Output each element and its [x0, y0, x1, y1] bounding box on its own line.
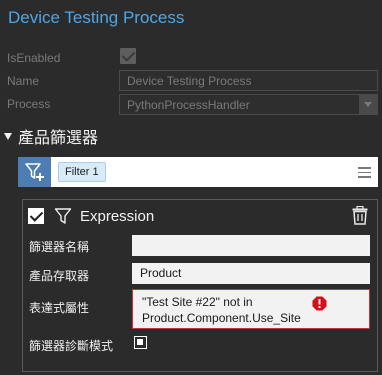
section-title: 產品篩選器 [18, 130, 99, 147]
filter-chip[interactable]: Filter 1 [58, 162, 106, 182]
expand-triangle-icon[interactable] [4, 132, 12, 140]
isenabled-label: IsEnabled [7, 51, 61, 65]
add-filter-button[interactable] [18, 157, 51, 187]
product-accessor-field[interactable]: Product [132, 263, 370, 284]
isenabled-checkbox[interactable] [120, 48, 136, 64]
error-icon [312, 296, 327, 311]
trash-icon[interactable] [352, 206, 368, 225]
filter-icon [54, 208, 72, 224]
name-field[interactable]: Device Testing Process [119, 70, 378, 91]
process-value: PythonProcessHandler [127, 98, 250, 112]
expression-panel: Expression 篩選器名稱 產品存取器 Product 表達式屬性 "Te… [22, 199, 378, 372]
dropdown-arrow-icon[interactable] [359, 95, 377, 114]
process-dropdown[interactable]: PythonProcessHandler [119, 94, 378, 115]
expression-line-1: "Test Site #22" not in [142, 295, 253, 309]
filter-name-field[interactable] [132, 235, 370, 256]
filter-bar[interactable]: Filter 1 [51, 157, 378, 187]
filter-add-icon [24, 163, 44, 181]
window-title: Device Testing Process [8, 8, 185, 27]
process-label: Process [7, 97, 51, 111]
diagnostic-mode-checkbox[interactable] [134, 336, 147, 349]
expression-title: Expression [80, 208, 155, 225]
section-header[interactable]: 產品篩選器 [4, 124, 98, 148]
expression-property-label: 表達式屬性 [29, 301, 90, 315]
expression-property-field[interactable]: "Test Site #22" not in Product.Component… [132, 289, 370, 329]
menu-icon[interactable] [358, 167, 371, 181]
filter-name-label: 篩選器名稱 [29, 240, 90, 254]
expression-line-2: Product.Component.Use_Site [142, 311, 301, 325]
name-label: Name [7, 74, 40, 88]
diagnostic-mode-label: 篩選器診斷模式 [29, 339, 114, 353]
expression-enabled-checkbox[interactable] [28, 208, 44, 224]
product-accessor-label: 產品存取器 [29, 269, 90, 283]
